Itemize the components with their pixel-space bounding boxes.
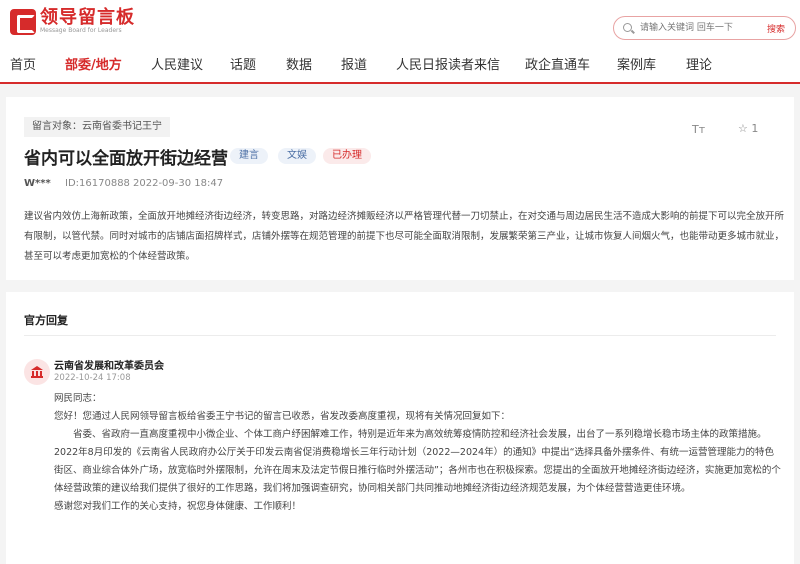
- org-name: 云南省发展和改革委员会: [54, 361, 164, 372]
- message-body: 建议省内效仿上海新政策，全面放开地摊经济街边经济，转变思路，对路边经济摊贩经济以…: [24, 211, 785, 262]
- reply-paragraph: 您好！您通过人民网领导留言板给省委王宁书记的留言已收悉，省发改委高度重视，现将有…: [54, 411, 511, 422]
- author-name: W***: [24, 178, 51, 189]
- reply-paragraph: 感谢您对我们工作的关心支持，祝您身体健康、工作顺利！: [54, 501, 302, 512]
- section-title: 官方回复: [24, 314, 68, 327]
- nav-item-ministries-local[interactable]: 部委/地方: [65, 54, 122, 73]
- status-badge: 已办理: [323, 148, 371, 164]
- logo-subtitle: Message Board for Leaders: [40, 27, 122, 34]
- message-title: 省内可以全面放开街边经营: [24, 149, 228, 169]
- search-box: 搜索: [613, 16, 796, 40]
- nav-item-reader-letters[interactable]: 人民日报读者来信: [396, 54, 500, 73]
- search-button[interactable]: 搜索: [767, 22, 785, 35]
- site-header: 领导留言板 Message Board for Leaders 搜索: [0, 0, 800, 46]
- divider: [24, 335, 776, 336]
- nav-item-topics[interactable]: 话题: [230, 54, 256, 73]
- reply-paragraph: 网民同志：: [54, 393, 102, 404]
- message-card: 留言对象：云南省委书记王宁 Tт ☆ 1 省内可以全面放开街边经营 建言 文娱 …: [6, 97, 794, 280]
- message-target[interactable]: 留言对象：云南省委书记王宁: [24, 117, 170, 137]
- message-id: ID:16170888: [65, 178, 130, 189]
- star-icon: ☆: [738, 122, 748, 135]
- official-reply-card: 官方回复 云南省发展和改革委员会 2022-10-24 17:08 网民同志： …: [6, 292, 794, 564]
- nav-item-reports[interactable]: 报道: [341, 54, 367, 73]
- nav-item-suggestions[interactable]: 人民建议: [151, 54, 203, 73]
- site-logo[interactable]: 领导留言板 Message Board for Leaders: [10, 8, 135, 35]
- font-size-toggle-icon[interactable]: Tт: [692, 123, 705, 136]
- nav-item-gov-enterprise[interactable]: 政企直通车: [525, 54, 590, 73]
- search-input[interactable]: [640, 20, 755, 36]
- reply-date: 2022-10-24 17:08: [54, 373, 131, 383]
- logo-title: 领导留言板: [40, 7, 135, 28]
- logo-mark-icon: [10, 8, 36, 35]
- category-tag[interactable]: 建言: [230, 148, 268, 164]
- domain-tag[interactable]: 文娱: [278, 148, 316, 164]
- favorite-button[interactable]: ☆ 1: [738, 122, 758, 135]
- nav-item-theory[interactable]: 理论: [686, 54, 712, 73]
- search-icon: [623, 23, 632, 32]
- star-count: 1: [751, 122, 759, 135]
- nav-item-home[interactable]: 首页: [10, 54, 36, 73]
- main-nav: 首页 部委/地方 人民建议 话题 数据 报道 人民日报读者来信 政企直通车 案例…: [0, 46, 800, 84]
- logo-text: 领导留言板 Message Board for Leaders: [40, 8, 135, 35]
- reply-body: 网民同志： 您好！您通过人民网领导留言板给省委王宁书记的留言已收悉，省发改委高度…: [54, 390, 782, 516]
- nav-item-data[interactable]: 数据: [286, 54, 312, 73]
- reply-paragraph: 省委、省政府一直高度重视中小微企业、个体工商户纾困解难工作，特别是近年来为高效统…: [54, 429, 781, 494]
- message-date: 2022-09-30 18:47: [133, 178, 224, 189]
- government-building-icon: [24, 359, 50, 385]
- nav-item-case-library[interactable]: 案例库: [617, 54, 656, 73]
